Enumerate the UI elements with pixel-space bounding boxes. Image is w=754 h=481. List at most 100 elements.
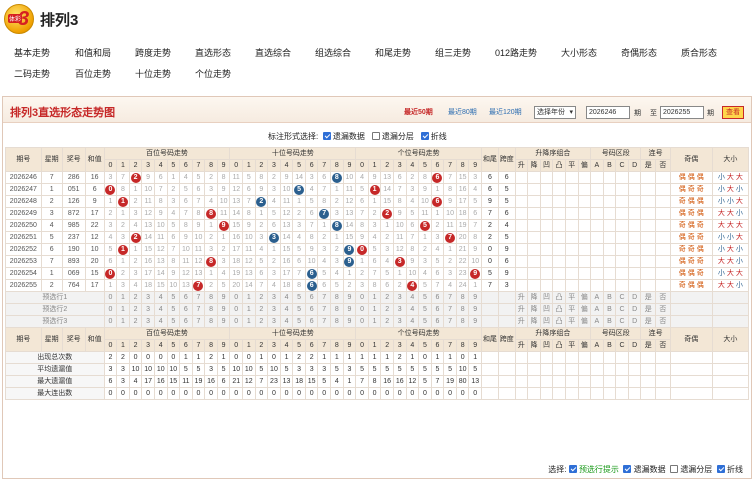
preselect-digit[interactable]: 9 <box>342 315 357 328</box>
preselect-digit[interactable]: 6 <box>304 315 319 328</box>
preselect-digit[interactable]: 5 <box>418 291 432 304</box>
preselect-digit[interactable]: 9 <box>468 303 483 316</box>
preselect-lian[interactable]: 否 <box>655 303 671 316</box>
preselect-digit[interactable]: 9 <box>216 315 231 328</box>
preselect-row[interactable]: 预选行1 0 1 2 3 4 5 6 7 8 9 0 1 2 3 4 5 6 7 8 9 0 1 2 3 4 5 6 7 8 9 升降凹凸平偏… <box>5 291 750 304</box>
preselect-digit[interactable]: 6 <box>304 303 319 316</box>
preselect-digit[interactable]: 7 <box>191 303 206 316</box>
preselect-sort[interactable]: 凹 <box>539 303 554 316</box>
preselect-digit[interactable]: 3 <box>267 291 281 304</box>
preselect-digit[interactable]: 1 <box>367 315 382 328</box>
preselect-digit[interactable]: 2 <box>128 303 143 316</box>
preselect-digit[interactable]: 7 <box>443 303 457 316</box>
preselect-zone[interactable]: A <box>590 291 604 304</box>
preselect-digit[interactable]: 0 <box>355 291 369 304</box>
preselect-digit[interactable]: 8 <box>330 315 344 328</box>
nav-link[interactable]: 组三走势 <box>435 46 471 59</box>
preselect-row[interactable]: 预选行2 0 1 2 3 4 5 6 7 8 9 0 1 2 3 4 5 6 7 8 9 0 1 2 3 4 5 6 7 8 9 升降凹凸平偏… <box>5 303 750 316</box>
preselect-digit[interactable]: 3 <box>141 291 155 304</box>
preselect-digit[interactable]: 0 <box>229 303 243 316</box>
nav-link[interactable]: 012路走势 <box>495 46 537 59</box>
missing-data-checkbox[interactable] <box>322 132 331 140</box>
query-button[interactable]: 查看 <box>722 106 744 119</box>
preselect-digit[interactable]: 7 <box>191 291 206 304</box>
preselect-zone[interactable]: B <box>602 291 617 304</box>
preselect-digit[interactable]: 6 <box>430 291 445 304</box>
preselect-digit[interactable]: 9 <box>468 291 483 304</box>
preselect-digit[interactable]: 3 <box>392 315 407 328</box>
preselect-digit[interactable]: 5 <box>166 303 181 316</box>
preselect-digit[interactable]: 3 <box>141 315 155 328</box>
preselect-digit[interactable]: 4 <box>405 291 420 304</box>
nav-link[interactable]: 质合形态 <box>681 46 717 59</box>
preselect-digit[interactable]: 9 <box>216 291 231 304</box>
preselect-digit[interactable]: 4 <box>279 303 294 316</box>
nav-link[interactable]: 直选综合 <box>255 46 291 59</box>
preselect-digit[interactable]: 8 <box>204 315 218 328</box>
nav-link[interactable]: 跨度走势 <box>135 46 171 59</box>
preselect-sort[interactable]: 偏 <box>577 291 592 304</box>
preselect-zone[interactable]: D <box>627 291 642 304</box>
year-select[interactable]: 选择年份 ▾ <box>534 106 576 119</box>
preselect-digit[interactable]: 0 <box>103 303 118 316</box>
period-50-link[interactable]: 最近50期 <box>404 107 433 117</box>
preselect-digit[interactable]: 4 <box>153 291 168 304</box>
preselect-zone[interactable]: D <box>627 303 642 316</box>
preselect-digit[interactable]: 1 <box>242 291 256 304</box>
preselect-zone[interactable]: A <box>590 315 604 328</box>
preselect-lian[interactable]: 是 <box>640 303 657 316</box>
preselect-lian[interactable]: 是 <box>640 291 657 304</box>
preselect-digit[interactable]: 8 <box>330 291 344 304</box>
preselect-digit[interactable]: 1 <box>367 291 382 304</box>
preselect-digit[interactable]: 8 <box>455 291 470 304</box>
preselect-digit[interactable]: 6 <box>179 315 193 328</box>
from-issue-input[interactable]: 2026246 <box>586 106 630 119</box>
nav-link[interactable]: 二码走势 <box>14 67 50 80</box>
footer-layer-checkbox[interactable] <box>670 465 679 473</box>
preselect-sort[interactable]: 平 <box>564 303 579 316</box>
nav-link[interactable]: 奇偶形态 <box>621 46 657 59</box>
nav-link[interactable]: 直选形态 <box>195 46 231 59</box>
preselect-digit[interactable]: 2 <box>380 291 394 304</box>
preselect-digit[interactable]: 4 <box>153 315 168 328</box>
nav-link[interactable]: 和尾走势 <box>375 46 411 59</box>
preselect-digit[interactable]: 4 <box>279 315 294 328</box>
preselect-digit[interactable]: 1 <box>116 303 130 316</box>
preselect-digit[interactable]: 7 <box>317 303 332 316</box>
preselect-digit[interactable]: 0 <box>229 315 243 328</box>
preselect-digit[interactable]: 3 <box>392 303 407 316</box>
preselect-digit[interactable]: 5 <box>166 291 181 304</box>
preselect-lian[interactable]: 否 <box>655 291 671 304</box>
preselect-sort[interactable]: 凹 <box>539 315 554 328</box>
preselect-zone[interactable]: B <box>602 315 617 328</box>
preselect-digit[interactable]: 6 <box>304 291 319 304</box>
preselect-digit[interactable]: 6 <box>179 303 193 316</box>
preselect-digit[interactable]: 8 <box>455 315 470 328</box>
preselect-digit[interactable]: 6 <box>179 291 193 304</box>
preselect-digit[interactable]: 8 <box>330 303 344 316</box>
preselect-zone[interactable]: B <box>602 303 617 316</box>
preselect-digit[interactable]: 7 <box>443 291 457 304</box>
preselect-sort[interactable]: 降 <box>527 303 541 316</box>
footer-missing-checkbox[interactable] <box>623 465 632 473</box>
nav-link[interactable]: 大小形态 <box>561 46 597 59</box>
preselect-digit[interactable]: 8 <box>455 303 470 316</box>
preselect-digit[interactable]: 0 <box>103 291 118 304</box>
preselect-digit[interactable]: 5 <box>418 315 432 328</box>
preselect-digit[interactable]: 5 <box>292 303 306 316</box>
preselect-digit[interactable]: 6 <box>430 315 445 328</box>
period-120-link[interactable]: 最近120期 <box>489 107 522 117</box>
preselect-digit[interactable]: 0 <box>229 291 243 304</box>
nav-link[interactable]: 十位走势 <box>135 67 171 80</box>
preselect-sort[interactable]: 升 <box>514 303 529 316</box>
preselect-lian[interactable]: 否 <box>655 315 671 328</box>
period-80-link[interactable]: 最近80期 <box>448 107 477 117</box>
preselect-digit[interactable]: 2 <box>128 291 143 304</box>
preselect-digit[interactable]: 3 <box>141 303 155 316</box>
preselect-digit[interactable]: 4 <box>405 303 420 316</box>
nav-link[interactable]: 和值和局 <box>75 46 111 59</box>
preselect-digit[interactable]: 2 <box>380 315 394 328</box>
preselect-digit[interactable]: 2 <box>380 303 394 316</box>
preselect-digit[interactable]: 4 <box>405 315 420 328</box>
preselect-hint-checkbox[interactable] <box>568 465 577 473</box>
